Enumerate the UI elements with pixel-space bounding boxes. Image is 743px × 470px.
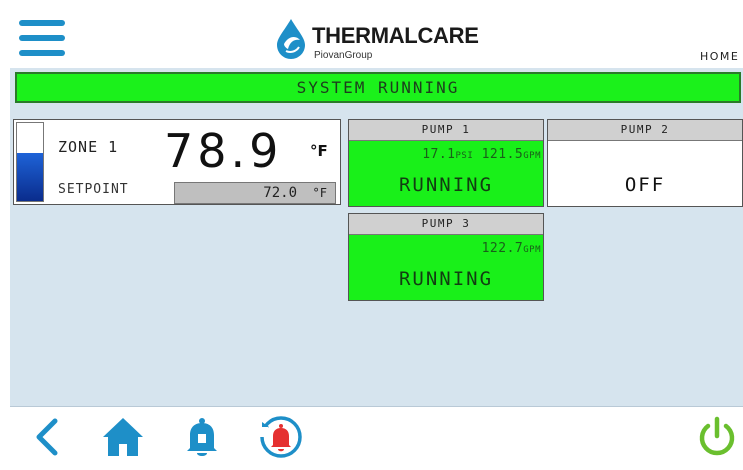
setpoint-value: 72.0: [263, 185, 297, 201]
pump-1-flow: 121.5: [481, 147, 524, 162]
power-icon[interactable]: [695, 415, 739, 459]
zone-temperature-unit: °F: [310, 142, 328, 160]
pump-1-pressure: 17.1: [422, 147, 456, 162]
home-breadcrumb[interactable]: HOME: [700, 50, 739, 63]
hamburger-menu-icon[interactable]: [19, 20, 65, 56]
pump-2-title: PUMP 2: [548, 120, 742, 141]
pump-1-flow-unit: GPM: [523, 151, 541, 161]
setpoint-unit: °F: [312, 186, 327, 200]
pump-1-state: RUNNING: [398, 174, 494, 196]
zone-temperature: 78.9: [164, 124, 283, 178]
footer-nav: [10, 406, 743, 464]
pump-2-state: OFF: [624, 174, 666, 196]
thermal-care-logo: THERMALCARE PiovanGroup: [274, 14, 504, 64]
hmi-screen: THERMALCARE PiovanGroup HOME SYSTEM RUNN…: [10, 6, 743, 464]
pump-3-flow: 122.7: [481, 241, 524, 256]
pump-3-body: 122.7GPM RUNNING: [349, 235, 543, 300]
pump-3-panel[interactable]: PUMP 3 122.7GPM RUNNING: [348, 213, 544, 301]
pump-2-body: OFF: [548, 141, 742, 206]
zone-level-fill: [17, 152, 43, 201]
header: THERMALCARE PiovanGroup HOME: [10, 6, 743, 68]
pump-3-readings: 122.7GPM: [482, 241, 541, 256]
pump-1-pressure-unit: PSI: [455, 151, 474, 161]
home-icon[interactable]: [101, 415, 145, 459]
pump-3-state: RUNNING: [398, 268, 494, 290]
back-icon[interactable]: [26, 415, 70, 459]
logo-subtitle: PiovanGroup: [314, 50, 373, 61]
system-status-text: SYSTEM RUNNING: [296, 78, 460, 97]
alarm-history-icon[interactable]: [259, 415, 303, 459]
pump-1-title: PUMP 1: [349, 120, 543, 141]
pump-1-body: 17.1PSI 121.5GPM RUNNING: [349, 141, 543, 206]
water-drop-logo-icon: [277, 19, 305, 59]
zone-label: ZONE 1: [58, 138, 119, 156]
pump-3-flow-unit: GPM: [523, 245, 541, 255]
pump-2-panel[interactable]: PUMP 2 OFF: [547, 119, 743, 207]
logo-title: THERMALCARE: [312, 23, 479, 48]
zone-1-panel[interactable]: ZONE 1 78.9 °F SETPOINT 72.0 °F: [13, 119, 341, 205]
system-status-banner: SYSTEM RUNNING: [15, 72, 741, 103]
pump-1-panel[interactable]: PUMP 1 17.1PSI 121.5GPM RUNNING: [348, 119, 544, 207]
pump-3-title: PUMP 3: [349, 214, 543, 235]
setpoint-label: SETPOINT: [58, 182, 129, 197]
zone-level-bar: [16, 122, 44, 202]
pump-1-readings: 17.1PSI 121.5GPM: [422, 147, 541, 162]
alarm-bell-icon[interactable]: [180, 415, 224, 459]
setpoint-field[interactable]: 72.0 °F: [174, 182, 336, 204]
